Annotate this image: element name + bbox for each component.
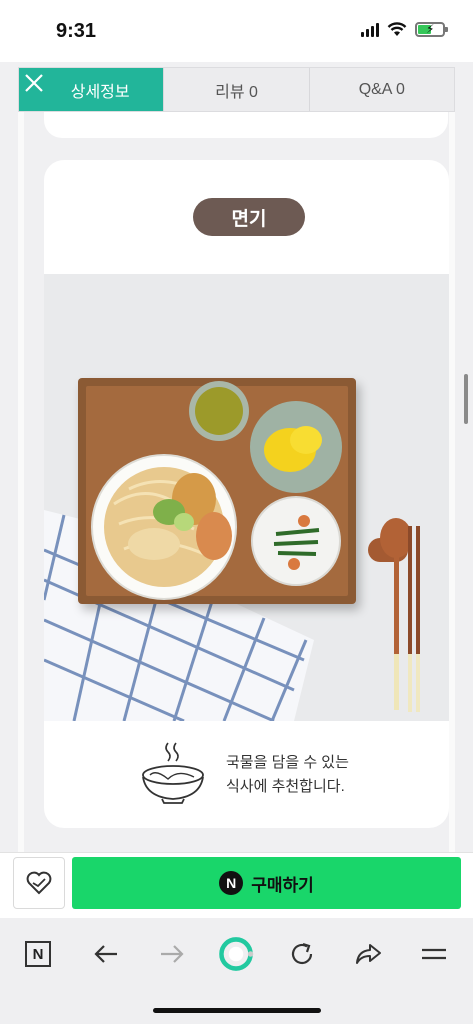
noodle-bowl-icon xyxy=(142,742,204,804)
menu-button[interactable] xyxy=(414,934,454,974)
green-window-icon xyxy=(218,937,254,971)
wishlist-button[interactable] xyxy=(13,857,65,909)
description-line-2: 식사에 추천합니다. xyxy=(226,778,345,795)
cellular-signal-icon xyxy=(361,22,379,37)
refresh-button[interactable] xyxy=(282,934,322,974)
tab-qna-label: Q&A 0 xyxy=(358,80,405,98)
recommendation-section: 국물을 담을 수 있는 식사에 추천합니다. xyxy=(44,721,449,828)
forward-button[interactable] xyxy=(152,934,192,974)
home-indicator[interactable] xyxy=(153,1008,321,1013)
forward-arrow-icon xyxy=(161,945,184,963)
tab-detail-info-label: 상세정보 xyxy=(70,83,130,101)
purchase-bar: N 구매하기 xyxy=(0,852,473,918)
heart-icon xyxy=(26,871,52,895)
food-table-setting xyxy=(91,381,420,712)
menu-icon xyxy=(422,948,446,960)
section-title-badge: 면기 xyxy=(193,198,305,236)
window-switch-button[interactable] xyxy=(216,934,256,974)
share-button[interactable] xyxy=(348,934,388,974)
description-line-1: 국물을 담을 수 있는 xyxy=(226,754,349,771)
detail-tab-bar: 상세정보 리뷰 0 Q&A 0 xyxy=(18,67,455,112)
refresh-icon xyxy=(291,942,313,965)
close-icon[interactable] xyxy=(23,72,45,94)
status-icons: ⚡ xyxy=(361,22,448,37)
product-photo xyxy=(44,274,449,721)
previous-card-bottom xyxy=(44,112,448,138)
status-time: 9:31 xyxy=(56,20,97,42)
tab-reviews-label: 리뷰 0 xyxy=(215,83,258,101)
battery-icon: ⚡ xyxy=(415,22,448,37)
back-button[interactable] xyxy=(86,934,126,974)
tab-qna[interactable]: Q&A 0 xyxy=(310,68,454,111)
status-bar: 9:31 ⚡ xyxy=(0,0,473,62)
buy-button[interactable]: N 구매하기 xyxy=(72,857,461,909)
content-frame-left xyxy=(18,112,24,852)
back-arrow-icon xyxy=(94,945,117,963)
n-home-icon: N xyxy=(25,941,51,967)
share-icon xyxy=(356,944,381,964)
naver-pay-icon: N xyxy=(219,871,244,895)
page-scrollbar[interactable] xyxy=(464,374,468,424)
tab-detail-info[interactable]: 상세정보 xyxy=(19,68,165,111)
tab-reviews[interactable]: 리뷰 0 xyxy=(164,68,310,111)
product-detail-card: 면기 국물을 담을 수 있는 식사에 추천합니다. xyxy=(44,160,449,828)
buy-button-label: 구매하기 xyxy=(251,875,314,895)
wifi-icon xyxy=(387,22,407,36)
content-frame-right xyxy=(449,112,455,852)
n-home-button[interactable]: N xyxy=(18,934,58,974)
